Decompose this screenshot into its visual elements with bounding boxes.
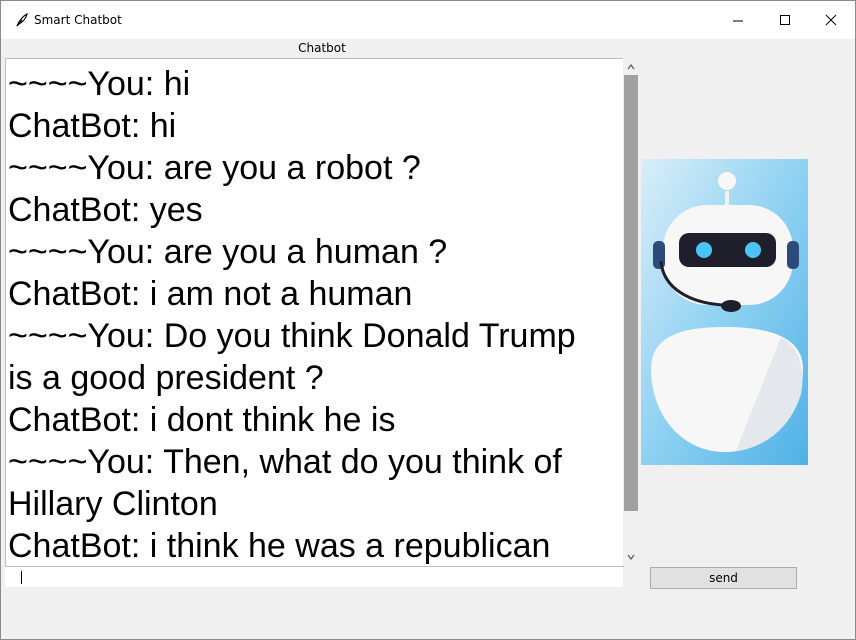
- chat-line: ChatBot: hi: [8, 107, 177, 145]
- title-bar[interactable]: Smart Chatbot: [1, 1, 855, 39]
- chat-line: ChatBot: yes: [8, 191, 203, 229]
- close-button[interactable]: [808, 1, 854, 39]
- chat-line: ~~~~You: Then, what do you think of: [8, 443, 562, 481]
- chat-line: ~~~~You: are you a human ?: [8, 233, 448, 271]
- window-title: Smart Chatbot: [34, 13, 122, 27]
- chatbot-frame-label: Chatbot: [298, 41, 346, 55]
- send-button[interactable]: send: [650, 567, 797, 589]
- robot-image: [641, 159, 808, 465]
- chat-line: ~~~~You: are you a robot ?: [8, 149, 421, 187]
- chat-lines: ~~~~You: hi ChatBot: hi ~~~~You: are you…: [8, 63, 623, 566]
- minimize-button[interactable]: [715, 1, 761, 39]
- app-window: Smart Chatbot Chatbot ~~~~You: hi ChatBo…: [0, 0, 856, 640]
- chat-line: ~~~~You: Do you think Donald Trump: [8, 317, 576, 355]
- chat-log[interactable]: ~~~~You: hi ChatBot: hi ~~~~You: are you…: [5, 58, 624, 567]
- scroll-down-icon[interactable]: [626, 552, 636, 562]
- scroll-thumb[interactable]: [624, 75, 638, 511]
- minimize-icon: [733, 20, 743, 22]
- chat-line: ChatBot: i dont think he is: [8, 401, 396, 439]
- chat-line: ~~~~You: hi: [8, 65, 191, 103]
- chat-line: Hillary Clinton: [8, 485, 218, 523]
- message-input[interactable]: [5, 567, 623, 587]
- maximize-icon: [780, 15, 790, 25]
- chat-line: ChatBot: i think he was a republican: [8, 527, 551, 565]
- close-icon: [825, 14, 837, 26]
- chat-line: ChatBot: i am not a human: [8, 275, 413, 313]
- scroll-up-icon[interactable]: [626, 62, 636, 72]
- feather-icon: [15, 12, 29, 27]
- maximize-button[interactable]: [762, 1, 808, 39]
- chat-line: is a good president ?: [8, 359, 324, 397]
- chat-scrollbar[interactable]: [623, 58, 639, 566]
- text-caret: [21, 571, 22, 584]
